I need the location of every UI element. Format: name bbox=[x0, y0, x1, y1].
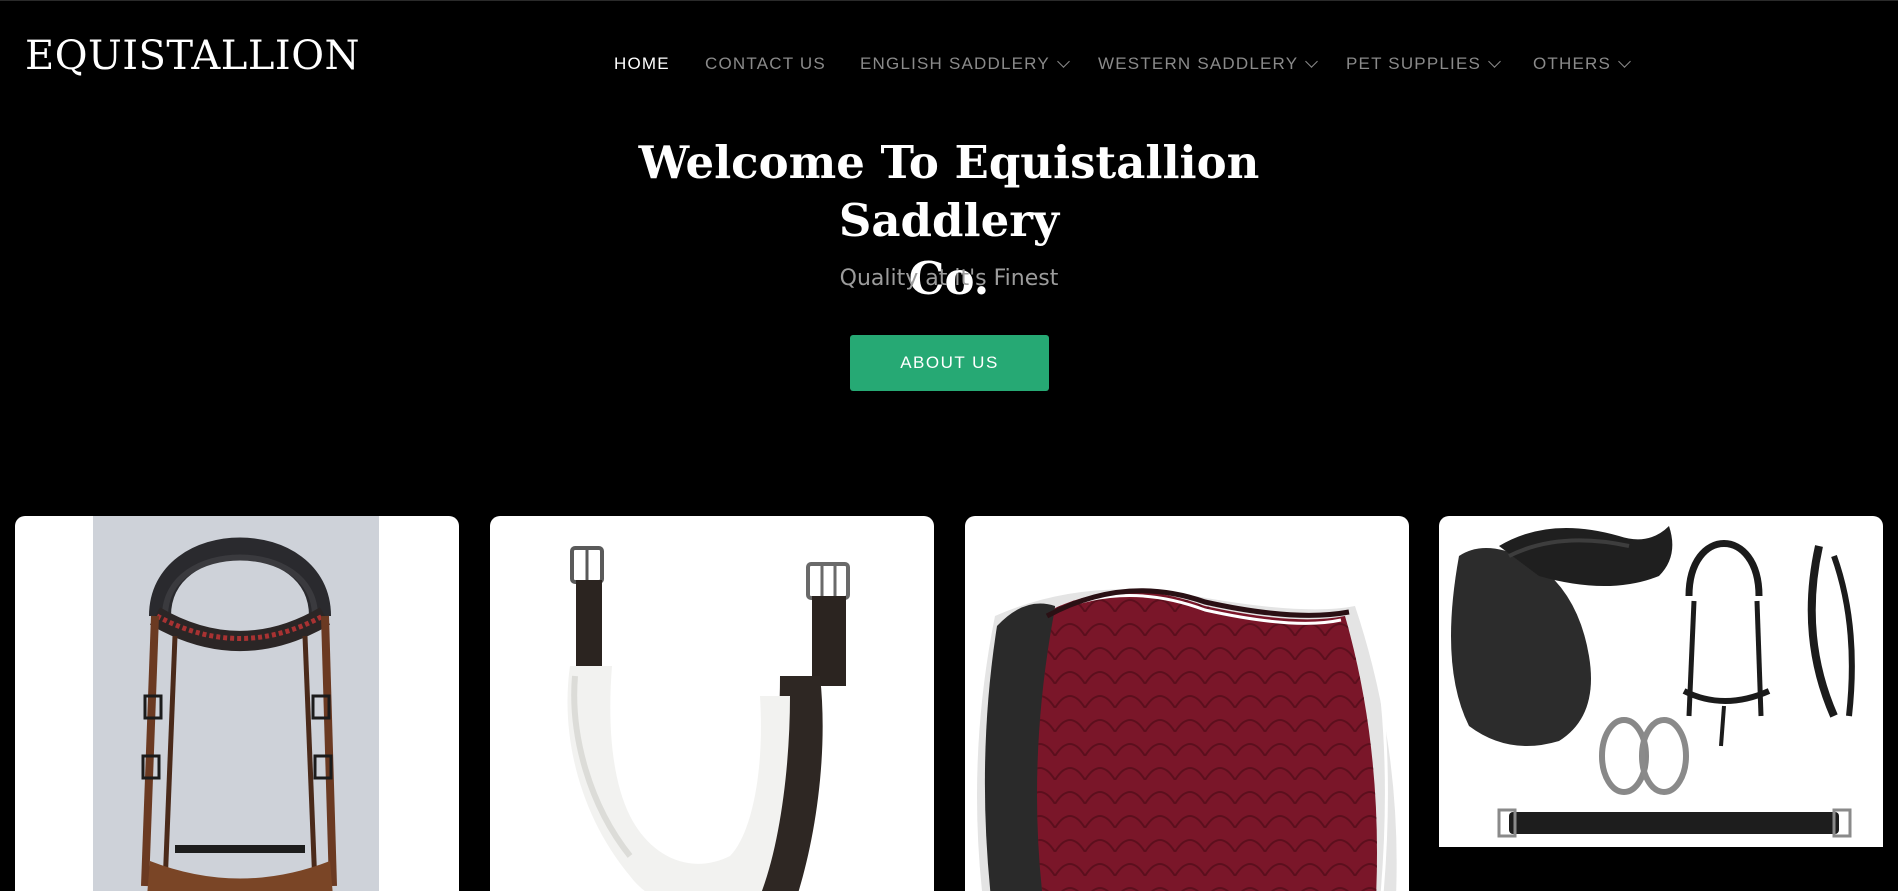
about-us-button[interactable]: ABOUT US bbox=[850, 335, 1049, 391]
chevron-down-icon bbox=[1057, 55, 1070, 68]
nav-contact-us[interactable]: CONTACT US bbox=[705, 52, 826, 76]
nav-pet-supplies-label: PET SUPPLIES bbox=[1346, 54, 1482, 73]
nav-english-saddlery-label: ENGLISH SADDLERY bbox=[860, 54, 1050, 73]
nav-english-saddlery[interactable]: ENGLISH SADDLERY bbox=[860, 52, 1070, 76]
nav-home[interactable]: HOME bbox=[614, 52, 670, 76]
hero-title-line1: Welcome To Equistallion Saddlery bbox=[638, 136, 1260, 247]
nav-western-saddlery-label: WESTERN SADDLERY bbox=[1098, 54, 1299, 73]
nav-others[interactable]: OTHERS bbox=[1533, 52, 1631, 76]
product-card-bridle[interactable] bbox=[15, 516, 459, 891]
saddle-set-image bbox=[1439, 526, 1883, 891]
chevron-down-icon bbox=[1488, 55, 1501, 68]
product-card-girth[interactable] bbox=[490, 516, 934, 891]
girth-image bbox=[567, 546, 850, 891]
nav-pet-supplies[interactable]: PET SUPPLIES bbox=[1346, 52, 1501, 76]
nav-home-label: HOME bbox=[614, 54, 670, 73]
nav-contact-us-label: CONTACT US bbox=[705, 54, 826, 73]
chevron-down-icon bbox=[1618, 55, 1631, 68]
saddle-pad-image bbox=[977, 588, 1397, 891]
product-card-saddle-pad[interactable] bbox=[965, 516, 1409, 891]
nav-western-saddlery[interactable]: WESTERN SADDLERY bbox=[1098, 52, 1319, 76]
product-card-saddle-set[interactable] bbox=[1439, 516, 1883, 891]
main-nav: HOME CONTACT US ENGLISH SADDLERY WESTERN… bbox=[0, 52, 1898, 76]
nav-others-label: OTHERS bbox=[1533, 54, 1612, 73]
top-border bbox=[0, 0, 1898, 1]
bridle-image bbox=[93, 516, 379, 891]
hero-subtitle: Quality at it's Finest bbox=[839, 266, 1059, 291]
chevron-down-icon bbox=[1305, 55, 1319, 68]
